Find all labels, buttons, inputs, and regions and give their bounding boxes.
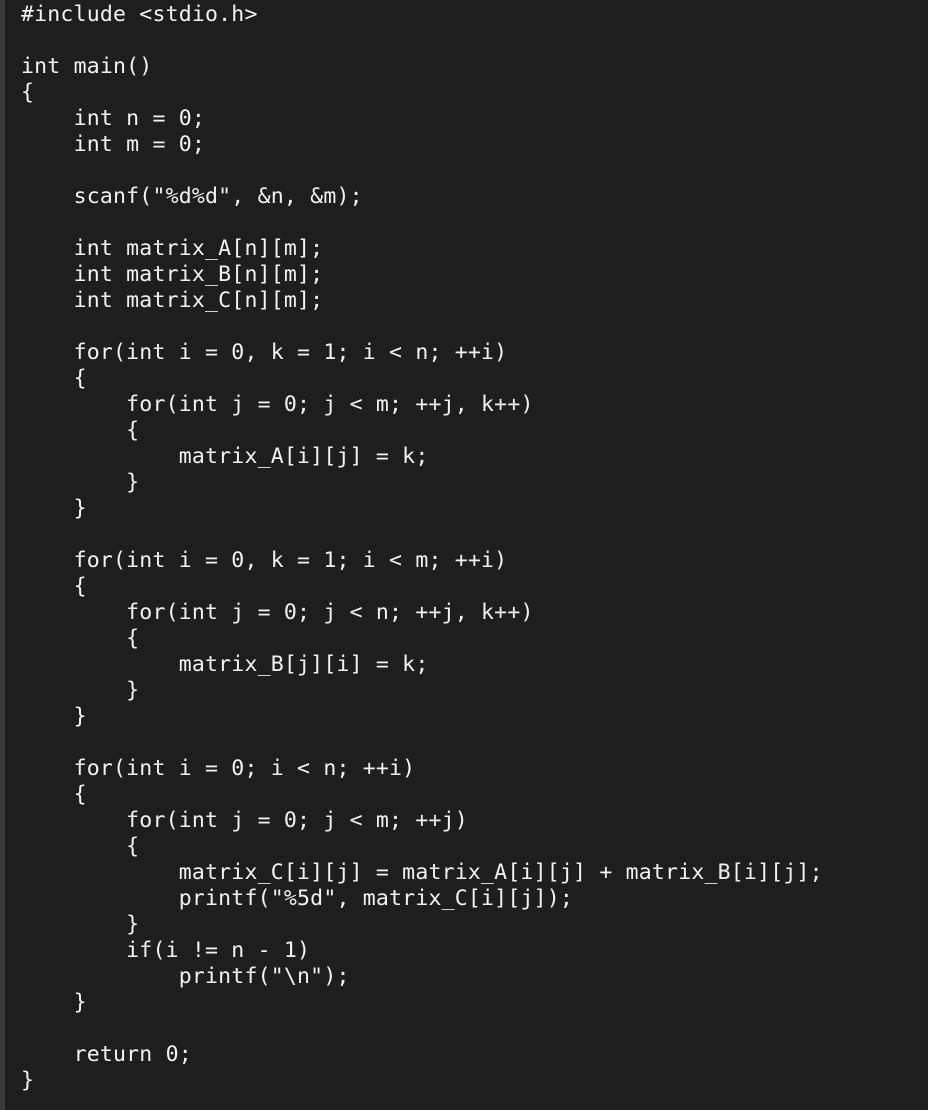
code-line: { [21, 574, 87, 599]
code-line: #include <stdio.h> [21, 2, 258, 27]
code-line: if(i != n - 1) [21, 938, 311, 963]
code-line: for(int j = 0; j < m; ++j) [21, 808, 468, 833]
code-line: scanf("%d%d", &n, &m); [21, 184, 363, 209]
editor-gutter [0, 0, 5, 1110]
code-line: { [21, 782, 87, 807]
code-line: for(int i = 0; i < n; ++i) [21, 756, 416, 781]
code-line: for(int j = 0; j < m; ++j, k++) [21, 392, 534, 417]
code-line: printf("\n"); [21, 964, 350, 989]
code-line: matrix_A[i][j] = k; [21, 444, 429, 469]
code-line: } [21, 1068, 35, 1093]
code-line: for(int i = 0, k = 1; i < m; ++i) [21, 548, 508, 573]
code-line: } [21, 470, 140, 495]
code-line: { [21, 834, 140, 859]
code-line: int m = 0; [21, 132, 206, 157]
code-line: printf("%5d", matrix_C[i][j]); [21, 886, 574, 911]
code-line: for(int i = 0, k = 1; i < n; ++i) [21, 340, 508, 365]
code-line: matrix_B[j][i] = k; [21, 652, 429, 677]
code-line: return 0; [21, 1042, 192, 1067]
code-line: } [21, 678, 140, 703]
code-line: int n = 0; [21, 106, 206, 131]
code-line: } [21, 704, 87, 729]
code-line: { [21, 626, 140, 651]
code-line: { [21, 418, 140, 443]
code-line: int matrix_A[n][m]; [21, 236, 324, 261]
code-line: } [21, 912, 140, 937]
code-line: int main() [21, 54, 153, 79]
code-line: int matrix_B[n][m]; [21, 262, 324, 287]
code-line: { [21, 80, 35, 105]
code-line: } [21, 496, 87, 521]
code-line: matrix_C[i][j] = matrix_A[i][j] + matrix… [21, 860, 823, 885]
code-line: } [21, 990, 87, 1015]
code-content[interactable]: #include <stdio.h> int main(){ int n = 0;… [21, 2, 823, 1094]
code-editor[interactable]: #include <stdio.h> int main(){ int n = 0;… [0, 0, 928, 1110]
code-line: int matrix_C[n][m]; [21, 288, 324, 313]
code-line: { [21, 366, 87, 391]
code-line: for(int j = 0; j < n; ++j, k++) [21, 600, 534, 625]
